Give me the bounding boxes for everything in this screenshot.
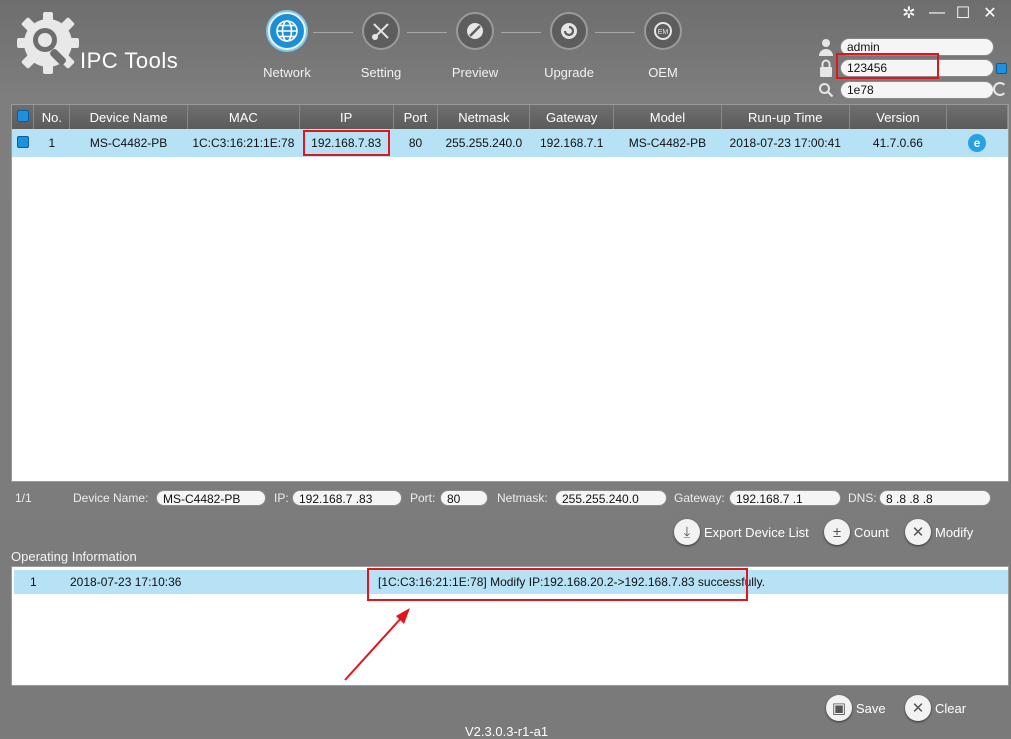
cell-no: 1 bbox=[33, 129, 70, 157]
nav-setting[interactable]: Setting bbox=[346, 12, 416, 80]
globe-icon bbox=[268, 12, 306, 50]
col-version[interactable]: Version bbox=[849, 105, 948, 129]
dns-field[interactable]: 8 .8 .8 .8 bbox=[879, 490, 991, 506]
col-netmask[interactable]: Netmask bbox=[437, 105, 531, 129]
svg-text:EM: EM bbox=[658, 29, 669, 36]
close-button[interactable]: ✕ bbox=[980, 3, 1000, 23]
user-icon bbox=[819, 39, 833, 56]
nav-network[interactable]: Network bbox=[252, 12, 322, 80]
search-icon bbox=[819, 83, 834, 98]
clear-button[interactable]: ✕ Clear bbox=[905, 695, 966, 721]
settings-gear-icon[interactable]: ✲ bbox=[899, 3, 919, 23]
nav-preview-label: Preview bbox=[451, 65, 499, 80]
gateway-label: Gateway: bbox=[674, 491, 725, 505]
username-field[interactable]: admin bbox=[840, 38, 994, 56]
modify-button[interactable]: ✕ Modify bbox=[905, 519, 973, 545]
select-all-checkbox[interactable] bbox=[12, 105, 35, 129]
cell-action: e bbox=[946, 129, 1008, 157]
modify-label: Modify bbox=[935, 524, 974, 540]
clear-label: Clear bbox=[935, 700, 967, 716]
cell-mac: 1C:C3:16:21:1E:78 bbox=[187, 129, 300, 157]
cell-netmask: 255.255.240.0 bbox=[437, 129, 530, 157]
col-mac[interactable]: MAC bbox=[187, 105, 300, 129]
search-refresh-icon[interactable] bbox=[993, 82, 1007, 96]
app-title: IPC Tools bbox=[80, 48, 179, 73]
export-label: Export Device List bbox=[704, 524, 809, 540]
lens-icon bbox=[456, 12, 494, 50]
app-window: IPC Tools Network Setting Preview Upgrad… bbox=[0, 0, 1011, 739]
gear-logo-icon bbox=[17, 12, 79, 74]
col-port[interactable]: Port bbox=[393, 105, 439, 129]
col-ip[interactable]: IP bbox=[299, 105, 394, 129]
plus-minus-icon: ± bbox=[824, 519, 850, 545]
log-message: [1C:C3:16:21:1E:78] Modify IP:192.168.20… bbox=[378, 575, 766, 589]
log-row[interactable]: 1 2018-07-23 17:10:36 [1C:C3:16:21:1E:78… bbox=[14, 570, 1008, 594]
nav-upgrade[interactable]: Upgrade bbox=[534, 12, 604, 80]
cell-version: 41.7.0.66 bbox=[849, 129, 947, 157]
cell-runup-time: 2018-07-23 17:00:41 bbox=[721, 129, 850, 157]
table-header: No. Device Name MAC IP Port Netmask Gate… bbox=[12, 105, 1008, 129]
device-name-field[interactable]: MS-C4482-PB bbox=[156, 490, 266, 506]
count-button[interactable]: ± Count bbox=[824, 519, 889, 545]
version-label: V2.3.0.3-r1-a1 bbox=[465, 724, 549, 739]
nav-preview[interactable]: Preview bbox=[440, 12, 510, 80]
login-toggle-checkbox[interactable] bbox=[996, 63, 1007, 74]
nav-network-label: Network bbox=[263, 65, 311, 80]
page-indicator: 1/1 bbox=[15, 491, 32, 505]
download-icon: ⤓ bbox=[674, 519, 700, 545]
browser-icon[interactable]: e bbox=[968, 134, 987, 152]
save-button[interactable]: ▣ Save bbox=[826, 695, 886, 721]
nav-oem-label: OEM bbox=[648, 65, 678, 80]
col-action bbox=[946, 105, 1008, 129]
cell-port: 80 bbox=[393, 129, 438, 157]
search-input[interactable]: 1e78 bbox=[840, 81, 994, 99]
device-table: No. Device Name MAC IP Port Netmask Gate… bbox=[11, 104, 1009, 482]
cell-device-name: MS-C4482-PB bbox=[69, 129, 188, 157]
col-model[interactable]: Model bbox=[613, 105, 722, 129]
port-label: Port: bbox=[410, 491, 436, 505]
minimize-button[interactable]: — bbox=[927, 3, 947, 23]
top-nav: Network Setting Preview Upgrade EM OEM bbox=[255, 12, 695, 92]
count-label: Count bbox=[854, 524, 889, 540]
refresh-icon bbox=[550, 12, 588, 50]
oem-icon: EM bbox=[644, 12, 682, 50]
maximize-button[interactable]: ☐ bbox=[953, 3, 973, 23]
netmask-label: Netmask: bbox=[497, 491, 548, 505]
annotation-arrow-icon bbox=[344, 608, 410, 681]
floppy-disk-icon: ▣ bbox=[826, 695, 852, 721]
cell-model: MS-C4482-PB bbox=[613, 129, 722, 157]
gateway-field[interactable]: 192.168.7 .1 bbox=[729, 490, 841, 506]
cell-ip: 192.168.7.83 bbox=[299, 129, 394, 157]
operating-info-log: 1 2018-07-23 17:10:36 [1C:C3:16:21:1E:78… bbox=[11, 566, 1009, 686]
ip-field[interactable]: 192.168.7 .83 bbox=[292, 490, 402, 506]
export-device-list-button[interactable]: ⤓ Export Device List bbox=[674, 519, 809, 545]
tools-icon: ✕ bbox=[905, 519, 931, 545]
table-row[interactable]: 1 MS-C4482-PB 1C:C3:16:21:1E:78 192.168.… bbox=[12, 129, 1008, 157]
nav-oem[interactable]: EM OEM bbox=[628, 12, 698, 80]
col-no[interactable]: No. bbox=[33, 105, 71, 129]
ip-label: IP: bbox=[274, 491, 289, 505]
col-device-name[interactable]: Device Name bbox=[69, 105, 188, 129]
port-field[interactable]: 80 bbox=[440, 490, 488, 506]
log-no: 1 bbox=[30, 575, 37, 589]
cell-gateway: 192.168.7.1 bbox=[529, 129, 614, 157]
nav-setting-label: Setting bbox=[360, 65, 402, 80]
password-field[interactable]: 123456 bbox=[840, 59, 994, 77]
col-gateway[interactable]: Gateway bbox=[529, 105, 615, 129]
device-name-label: Device Name: bbox=[73, 491, 149, 505]
log-time: 2018-07-23 17:10:36 bbox=[70, 575, 182, 589]
save-label: Save bbox=[856, 700, 886, 716]
lock-icon bbox=[820, 59, 832, 77]
nav-upgrade-label: Upgrade bbox=[544, 65, 594, 80]
col-runup-time[interactable]: Run-up Time bbox=[721, 105, 850, 129]
clear-x-icon: ✕ bbox=[905, 695, 931, 721]
netmask-field[interactable]: 255.255.240.0 bbox=[555, 490, 667, 506]
dns-label: DNS: bbox=[848, 491, 877, 505]
operating-info-title: Operating Information bbox=[11, 549, 137, 564]
row-checkbox[interactable] bbox=[12, 129, 34, 157]
tools-icon bbox=[362, 12, 400, 50]
